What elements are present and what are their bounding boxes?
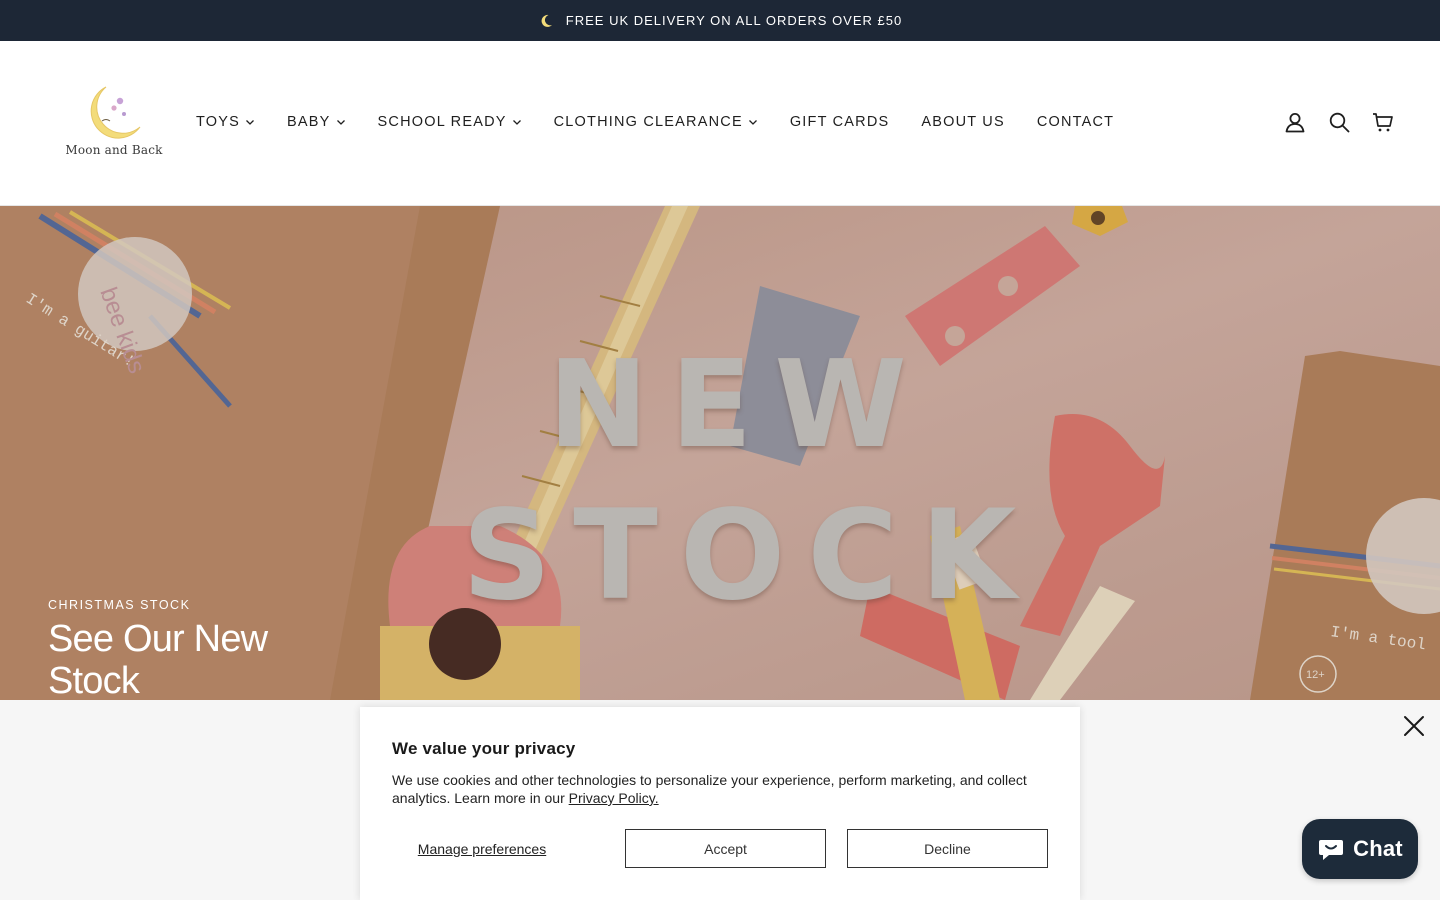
nav-item-clothing-clearance[interactable]: CLOTHING CLEARANCE — [554, 114, 758, 130]
nav-item-label: CLOTHING CLEARANCE — [553, 114, 743, 130]
nav-item-school-ready[interactable]: SCHOOL READY — [378, 114, 522, 130]
search-icon[interactable] — [1328, 111, 1350, 133]
manage-preferences-link[interactable]: Manage preferences — [392, 841, 572, 857]
nav-item-label: TOYS — [196, 114, 241, 130]
hero-headline[interactable]: See Our New Stock — [48, 618, 348, 700]
cart-icon[interactable] — [1372, 111, 1394, 133]
hero-overlay-line-2: STOCK — [462, 484, 1039, 628]
chevron-down-icon — [512, 120, 521, 125]
nav-item-label: BABY — [287, 114, 331, 130]
hero-eyebrow: CHRISTMAS STOCK — [48, 598, 191, 612]
nav-item-baby[interactable]: BABY — [287, 114, 346, 130]
nav-item-contact[interactable]: CONTACT — [1037, 114, 1114, 130]
privacy-policy-link[interactable]: Privacy Policy. — [569, 790, 659, 806]
chat-label: Chat — [1353, 836, 1403, 861]
cookie-body: We use cookies and other technologies to… — [392, 771, 1042, 807]
logo-wordmark: Moon and Back — [65, 143, 163, 157]
chat-bubble-icon — [1319, 840, 1344, 860]
account-icon[interactable] — [1284, 111, 1306, 133]
header-actions — [1284, 111, 1394, 133]
nav-item-gift-cards[interactable]: GIFT CARDS — [790, 114, 890, 130]
store-logo[interactable]: Moon and Back — [62, 83, 166, 163]
moon-logo-icon — [90, 86, 141, 139]
announcement-text: FREE UK DELIVERY ON ALL ORDERS OVER £50 — [565, 13, 903, 28]
cookie-actions: Manage preferences Accept Decline — [392, 829, 1048, 868]
close-icon[interactable] — [1402, 714, 1426, 738]
site-header: Moon and Back TOYS BABY SCHOOL READY CLO… — [0, 41, 1440, 206]
nav-item-label: CONTACT — [1036, 114, 1115, 130]
chevron-down-icon — [336, 120, 345, 125]
chevron-down-icon — [748, 120, 757, 125]
cookie-title: We value your privacy — [392, 739, 576, 758]
announcement-bar: FREE UK DELIVERY ON ALL ORDERS OVER £50 — [0, 0, 1440, 41]
nav-item-label: ABOUT US — [921, 114, 1005, 130]
cookie-body-text: We use cookies and other technologies to… — [392, 772, 1027, 806]
main-navigation: TOYS BABY SCHOOL READY CLOTHING CLEARANC… — [196, 114, 1146, 130]
nav-item-toys[interactable]: TOYS — [196, 114, 255, 130]
chat-button[interactable]: Chat — [1302, 819, 1418, 879]
cookie-consent-banner: We value your privacy We use cookies and… — [360, 707, 1080, 900]
chevron-down-icon — [246, 120, 254, 125]
accept-button[interactable]: Accept — [625, 829, 827, 868]
nav-item-about-us[interactable]: ABOUT US — [921, 114, 1004, 130]
nav-item-label: GIFT CARDS — [789, 114, 890, 130]
decline-button[interactable]: Decline — [847, 829, 1048, 868]
moon-icon — [541, 14, 552, 27]
nav-item-label: SCHOOL READY — [377, 114, 507, 130]
hero-banner[interactable]: I'm a guitar! bee kids I'm a tool 12+ NE… — [0, 206, 1440, 700]
hero-overlay-line-1: NEW — [548, 336, 929, 475]
